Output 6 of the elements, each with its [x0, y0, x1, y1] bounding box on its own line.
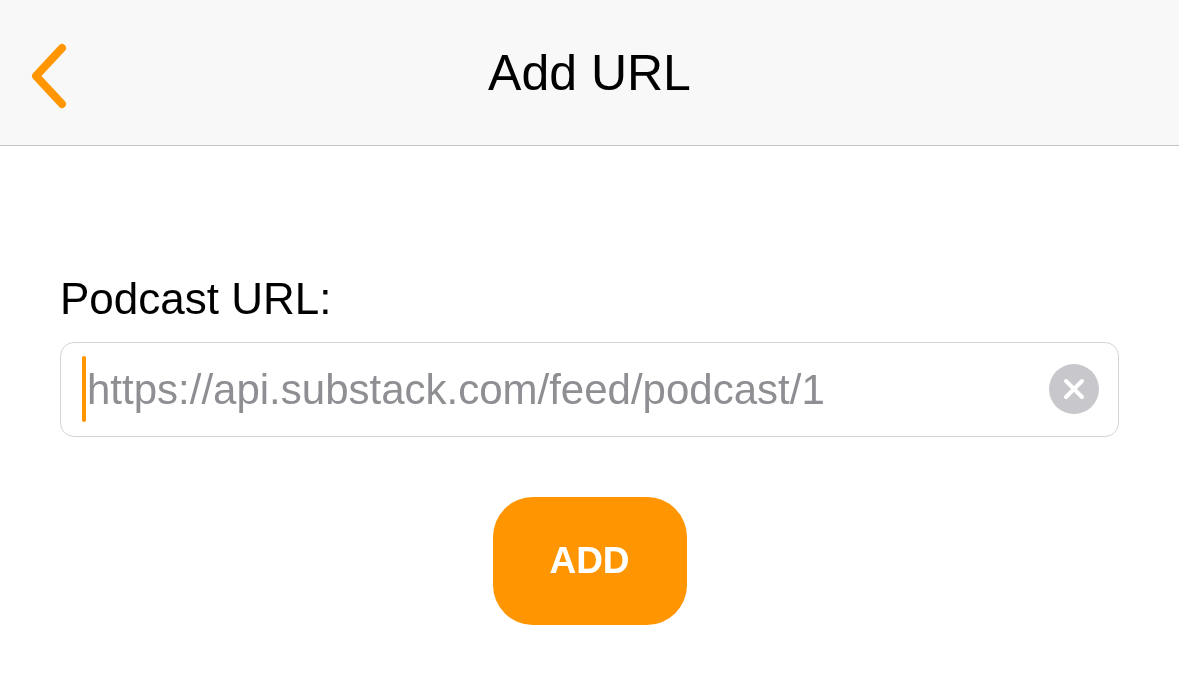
close-icon: [1063, 378, 1085, 400]
url-field[interactable]: https://api.substack.com/feed/podcast/1: [60, 342, 1119, 437]
screen-title: Add URL: [488, 43, 691, 102]
text-cursor: [82, 356, 86, 422]
field-label: Podcast URL:: [60, 274, 332, 324]
add-button[interactable]: ADD: [492, 497, 687, 625]
